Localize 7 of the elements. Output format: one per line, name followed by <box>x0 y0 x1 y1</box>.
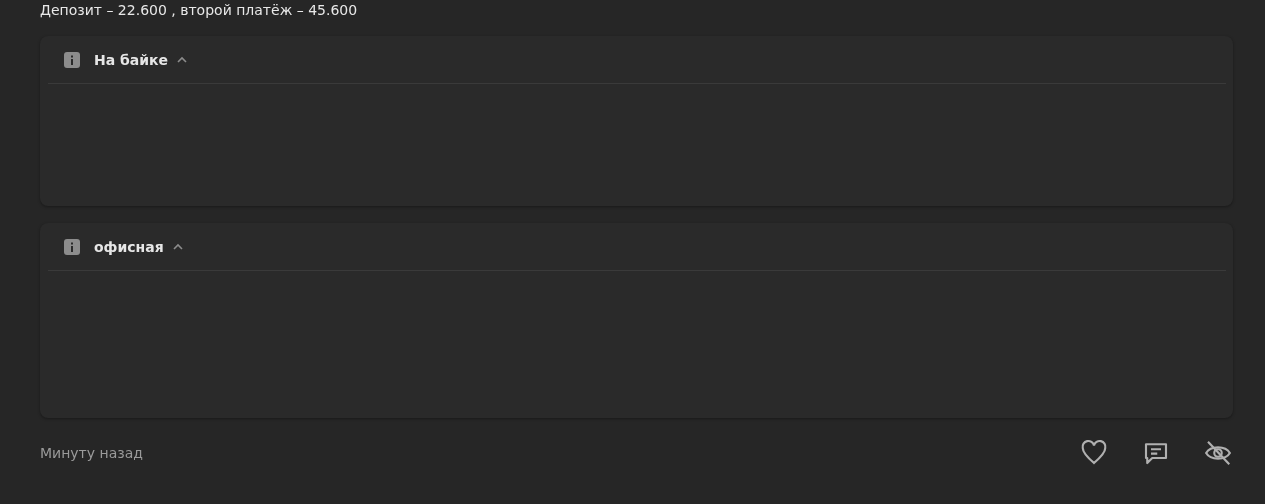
section-title: На байке <box>94 51 169 68</box>
info-icon <box>64 51 80 68</box>
deposit-note: Депозит – 22.600 , второй платёж – 45.600 <box>40 1 358 20</box>
section-title: офисная <box>94 238 164 255</box>
info-icon <box>64 238 80 255</box>
timestamp: Минуту назад <box>40 445 143 461</box>
hidden-eye-icon[interactable] <box>1203 438 1233 468</box>
